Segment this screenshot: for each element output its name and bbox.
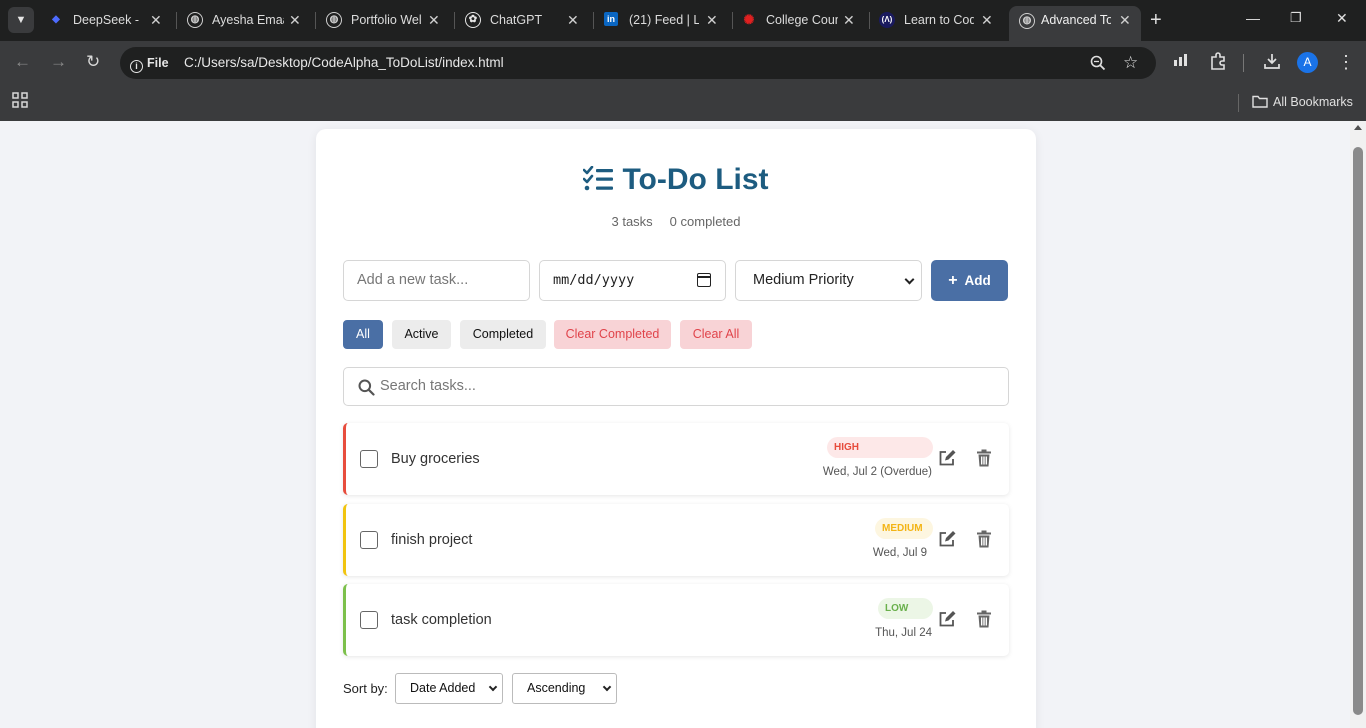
- task-item: Buy groceries HIGH Wed, Jul 2 (Overdue): [343, 423, 1009, 495]
- download-icon[interactable]: [1263, 52, 1281, 76]
- priority-badge: MEDIUM: [875, 518, 933, 539]
- add-task-button[interactable]: + Add: [931, 260, 1008, 301]
- openai-icon: ✿: [465, 12, 481, 28]
- priority-badge: HIGH: [827, 437, 933, 458]
- filter-completed-button[interactable]: Completed: [460, 320, 546, 349]
- browser-toolbar: ← → ↻ i File C:/Users/sa/Desktop/CodeAlph…: [0, 41, 1366, 85]
- tab-search-chevron-icon[interactable]: ▼: [8, 7, 34, 33]
- browser-tab-linkedin[interactable]: in (21) Feed | Li ✕: [604, 8, 724, 33]
- search-icon: [358, 379, 375, 396]
- bookmark-star-icon[interactable]: ☆: [1123, 53, 1138, 73]
- completed-count: 0 completed: [669, 214, 741, 229]
- close-tab-icon[interactable]: ✕: [843, 8, 855, 33]
- todo-card: To-Do List 3 tasks 0 completed Add a new …: [316, 129, 1036, 728]
- sort-label: Sort by:: [343, 681, 388, 696]
- priority-badge: LOW: [878, 598, 933, 619]
- forward-arrow-icon[interactable]: →: [50, 52, 67, 72]
- due-date-input[interactable]: mm/dd/yyyy: [539, 260, 726, 301]
- close-tab-icon[interactable]: ✕: [289, 8, 301, 33]
- trash-icon[interactable]: [976, 530, 992, 548]
- close-window-icon[interactable]: ✕: [1336, 10, 1348, 27]
- chevron-down-icon: [602, 682, 612, 692]
- site-info-chip[interactable]: i File: [130, 53, 169, 73]
- browser-tab-ayesha[interactable]: ◍ Ayesha Emaa ✕: [187, 8, 307, 33]
- close-tab-icon[interactable]: ✕: [981, 8, 993, 33]
- more-menu-icon[interactable]: ⋮: [1337, 52, 1355, 72]
- due-date: Wed, Jul 2 (Overdue): [822, 466, 932, 478]
- task-item: task completion LOW Thu, Jul 24: [343, 584, 1009, 656]
- close-tab-icon[interactable]: ✕: [706, 8, 718, 33]
- due-date: Thu, Jul 24: [875, 627, 932, 639]
- performance-icon[interactable]: [1173, 52, 1191, 74]
- task-text: task completion: [391, 612, 492, 628]
- huawei-icon: ✺: [743, 12, 755, 27]
- close-tab-icon[interactable]: ✕: [428, 8, 440, 33]
- close-tab-icon[interactable]: ✕: [1119, 6, 1131, 35]
- browser-tab-college[interactable]: ✺ College Coun ✕: [741, 8, 861, 33]
- sort-order-select[interactable]: Ascending: [512, 673, 617, 704]
- priority-select[interactable]: Medium Priority: [735, 260, 922, 301]
- globe-icon: ◍: [187, 12, 203, 28]
- filter-active-button[interactable]: Active: [392, 320, 451, 349]
- code-icon: (Λ): [879, 12, 895, 28]
- plus-icon: +: [948, 272, 958, 289]
- task-text: Buy groceries: [391, 451, 480, 467]
- edit-icon[interactable]: [938, 610, 956, 628]
- page-viewport: To-Do List 3 tasks 0 completed Add a new …: [0, 121, 1350, 728]
- chevron-down-icon: [488, 682, 498, 692]
- profile-avatar[interactable]: A: [1297, 52, 1318, 73]
- extensions-puzzle-icon[interactable]: [1209, 52, 1227, 76]
- scroll-up-arrow-icon[interactable]: [1354, 125, 1362, 130]
- bookmarks-bar: All Bookmarks: [0, 85, 1366, 121]
- browser-tab-deepseek[interactable]: ◆ DeepSeek - I ✕: [48, 8, 168, 33]
- globe-icon: ◍: [1019, 13, 1035, 29]
- edit-icon[interactable]: [938, 530, 956, 548]
- clear-all-button[interactable]: Clear All: [680, 320, 752, 349]
- clear-completed-button[interactable]: Clear Completed: [554, 320, 671, 349]
- browser-tab-advanced-todo[interactable]: ◍ Advanced To ✕: [1009, 6, 1141, 41]
- browser-tab-chatgpt[interactable]: ✿ ChatGPT ✕: [465, 8, 585, 33]
- trash-icon[interactable]: [976, 449, 992, 467]
- linkedin-icon: in: [604, 12, 618, 26]
- task-checkbox[interactable]: [360, 611, 378, 629]
- calendar-icon[interactable]: [697, 273, 711, 287]
- filter-all-button[interactable]: All: [343, 320, 383, 349]
- trash-icon[interactable]: [976, 610, 992, 628]
- back-arrow-icon[interactable]: ←: [14, 52, 31, 72]
- new-tab-plus-icon[interactable]: +: [1150, 8, 1162, 32]
- deepseek-whale-icon: ◆: [52, 14, 60, 25]
- zoom-magnifier-icon[interactable]: [1090, 53, 1106, 77]
- browser-tab-strip: ▼ ◆ DeepSeek - I ✕ ◍ Ayesha Emaa ✕ ◍ Por…: [0, 0, 1366, 41]
- all-bookmarks-button[interactable]: All Bookmarks: [1252, 93, 1353, 111]
- task-checkbox[interactable]: [360, 450, 378, 468]
- close-tab-icon[interactable]: ✕: [567, 8, 579, 33]
- sort-field-select[interactable]: Date Added: [395, 673, 503, 704]
- page-scrollbar[interactable]: [1350, 121, 1366, 728]
- task-list-icon: [583, 166, 614, 191]
- reload-icon[interactable]: ↻: [86, 52, 100, 72]
- folder-icon: [1252, 95, 1268, 108]
- new-task-input[interactable]: Add a new task...: [343, 260, 530, 301]
- info-icon: i: [130, 60, 143, 73]
- globe-icon: ◍: [326, 12, 342, 28]
- task-count: 3 tasks: [611, 214, 653, 229]
- task-text: finish project: [391, 532, 473, 548]
- address-url[interactable]: C:/Users/sa/Desktop/CodeAlpha_ToDoList/i…: [184, 54, 504, 72]
- search-input[interactable]: Search tasks...: [343, 367, 1009, 406]
- task-stats: 3 tasks 0 completed: [316, 214, 1036, 230]
- minimize-window-icon[interactable]: —: [1246, 10, 1260, 26]
- browser-tab-learn[interactable]: (Λ) Learn to Cod ✕: [879, 8, 999, 33]
- address-bar[interactable]: i File C:/Users/sa/Desktop/CodeAlpha_ToDo…: [120, 47, 1156, 79]
- close-tab-icon[interactable]: ✕: [150, 8, 162, 33]
- chevron-down-icon: [904, 274, 915, 285]
- scrollbar-thumb[interactable]: [1353, 147, 1363, 715]
- page-title: To-Do List: [316, 165, 1036, 195]
- due-date: Wed, Jul 9: [872, 547, 927, 559]
- browser-tab-portfolio[interactable]: ◍ Portfolio Wel ✕: [326, 8, 446, 33]
- edit-icon[interactable]: [938, 449, 956, 467]
- apps-grid-icon[interactable]: [12, 92, 28, 113]
- task-checkbox[interactable]: [360, 531, 378, 549]
- task-item: finish project MEDIUM Wed, Jul 9: [343, 504, 1009, 576]
- restore-window-icon[interactable]: ❐: [1290, 10, 1302, 26]
